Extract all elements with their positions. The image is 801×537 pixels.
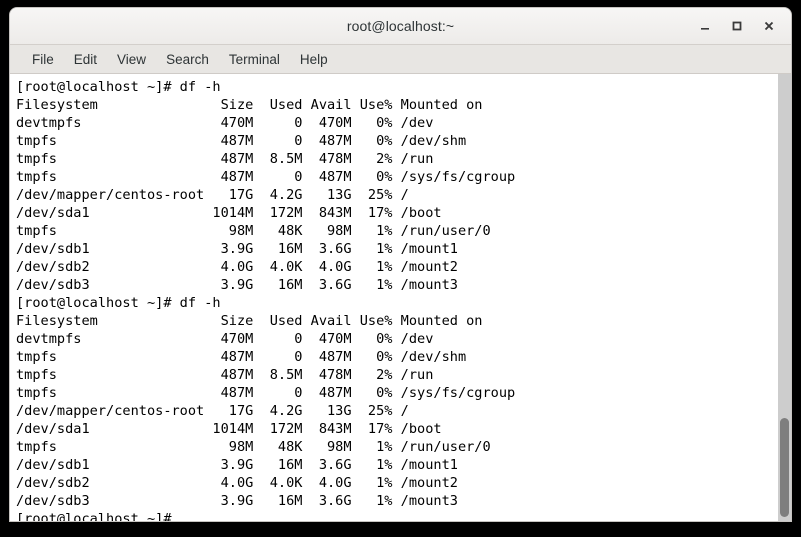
menu-item-edit[interactable]: Edit [64, 49, 107, 70]
terminal-line: /dev/mapper/centos-root 17G 4.2G 13G 25%… [16, 187, 409, 203]
window-title: root@localhost:~ [346, 18, 455, 34]
window-titlebar[interactable]: root@localhost:~ [10, 8, 791, 45]
terminal-line: /dev/sdb1 3.9G 16M 3.6G 1% /mount1 [16, 241, 458, 257]
terminal-line: [root@localhost ~]# df -h [16, 295, 221, 311]
terminal-line: [root@localhost ~]# [16, 511, 172, 521]
terminal-line: /dev/sdb1 3.9G 16M 3.6G 1% /mount1 [16, 457, 458, 473]
window-controls [691, 8, 783, 44]
terminal-line: /dev/sdb3 3.9G 16M 3.6G 1% /mount3 [16, 493, 458, 509]
terminal-line: tmpfs 98M 48K 98M 1% /run/user/0 [16, 223, 491, 239]
terminal-line: devtmpfs 470M 0 470M 0% /dev [16, 331, 434, 347]
terminal-line: tmpfs 487M 8.5M 478M 2% /run [16, 367, 434, 383]
terminal-line: /dev/sda1 1014M 172M 843M 17% /boot [16, 421, 442, 437]
terminal-line: [root@localhost ~]# df -h [16, 79, 221, 95]
terminal-line: /dev/sdb2 4.0G 4.0K 4.0G 1% /mount2 [16, 475, 458, 491]
scrollbar-thumb[interactable] [780, 418, 789, 517]
terminal-scrollbar[interactable] [778, 74, 791, 521]
minimize-button[interactable] [691, 12, 719, 40]
terminal-window: root@localhost:~ File Edit View Search T… [10, 8, 791, 521]
terminal-line: tmpfs 487M 0 487M 0% /sys/fs/cgroup [16, 169, 516, 185]
menu-item-terminal[interactable]: Terminal [219, 49, 290, 70]
terminal-line: /dev/mapper/centos-root 17G 4.2G 13G 25%… [16, 403, 409, 419]
terminal-line: /dev/sdb3 3.9G 16M 3.6G 1% /mount3 [16, 277, 458, 293]
terminal-line: Filesystem Size Used Avail Use% Mounted … [16, 313, 483, 329]
terminal-line: tmpfs 487M 0 487M 0% /dev/shm [16, 133, 467, 149]
close-icon [763, 20, 775, 32]
terminal-line: tmpfs 487M 0 487M 0% /sys/fs/cgroup [16, 385, 516, 401]
terminal-line: tmpfs 487M 8.5M 478M 2% /run [16, 151, 434, 167]
terminal-line: tmpfs 487M 0 487M 0% /dev/shm [16, 349, 467, 365]
menu-item-file[interactable]: File [22, 49, 64, 70]
close-button[interactable] [755, 12, 783, 40]
maximize-button[interactable] [723, 12, 751, 40]
terminal-line: devtmpfs 470M 0 470M 0% /dev [16, 115, 434, 131]
menu-item-view[interactable]: View [107, 49, 156, 70]
maximize-icon [731, 20, 743, 32]
terminal-line: Filesystem Size Used Avail Use% Mounted … [16, 97, 483, 113]
desktop-background: root@localhost:~ File Edit View Search T… [0, 0, 801, 537]
terminal-line: /dev/sda1 1014M 172M 843M 17% /boot [16, 205, 442, 221]
terminal-output[interactable]: [root@localhost ~]# df -h Filesystem Size… [10, 74, 778, 521]
menubar: File Edit View Search Terminal Help [10, 45, 791, 74]
menu-item-help[interactable]: Help [290, 49, 338, 70]
terminal-area: [root@localhost ~]# df -h Filesystem Size… [10, 74, 791, 521]
terminal-line: /dev/sdb2 4.0G 4.0K 4.0G 1% /mount2 [16, 259, 458, 275]
minimize-icon [699, 20, 711, 32]
terminal-line: tmpfs 98M 48K 98M 1% /run/user/0 [16, 439, 491, 455]
menu-item-search[interactable]: Search [156, 49, 219, 70]
